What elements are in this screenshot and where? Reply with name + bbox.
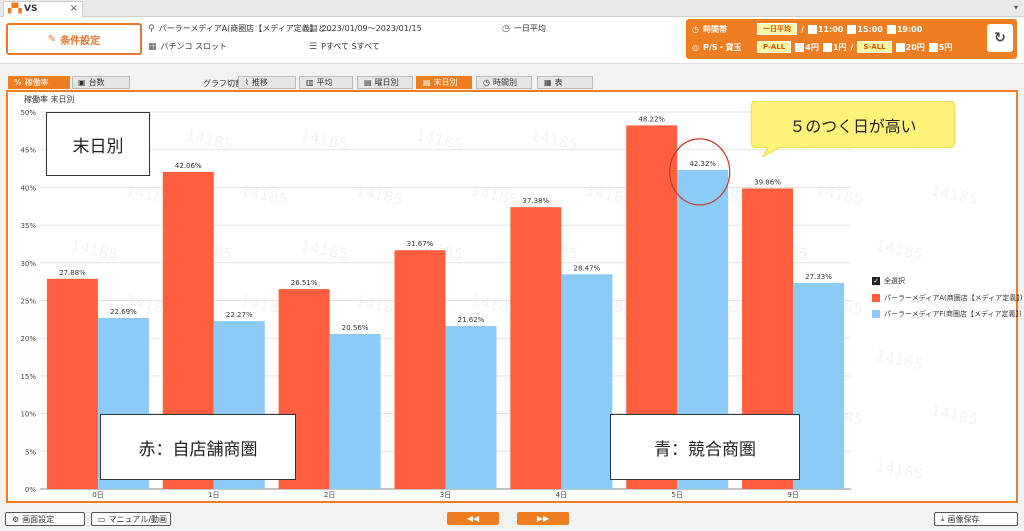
data-label: 28.47% [574,264,601,272]
annotation-red-box: 赤：自店舗商圏 [100,414,296,480]
legend-select-all-label: 全選択 [884,277,905,285]
y-tick-label: 0% [25,486,36,494]
annotation-yellow-callout: ５のつく日が高い [750,101,956,157]
legend-select-all[interactable]: ✓ 全選択 [872,276,905,286]
bar [329,333,381,489]
y-tick-label: 15% [20,373,36,381]
watermark-text: 14185 [814,181,864,209]
watermark-text: 14185 [239,181,289,209]
bar [445,325,497,489]
bar [561,274,613,489]
annotation-blue-box: 青：競合商圏 [610,414,800,480]
manual-label: マニュアル/動画 [108,514,168,524]
watermark-text: 14185 [874,456,924,484]
y-tick-label: 20% [20,335,36,343]
x-tick-label: 4日 [556,491,567,499]
annotation-yellow-text: ５のつく日が高い [790,117,917,136]
watermark-text: 14185 [874,236,924,264]
data-label: 22.27% [226,311,253,319]
data-label: 42.32% [689,160,716,168]
legend-swatch-a [872,294,880,302]
data-label: 27.88% [59,269,86,277]
data-label: 31.67% [407,240,434,248]
annotation-red-text: 赤：自店舗商圏 [138,439,258,460]
prev-button[interactable]: ◀◀ [447,512,499,525]
annotation-title: 末日別 [72,136,124,157]
gear-icon: ⚙ [12,514,20,524]
watermark-text: 14185 [299,236,349,264]
data-label: 26.51% [291,279,318,287]
checkbox-checked-icon: ✓ [872,277,880,285]
data-label: 37.38% [523,197,550,205]
x-tick-label: 1日 [208,491,219,499]
screen-settings-label: 画面設定 [22,514,55,524]
y-tick-label: 50% [20,109,36,117]
watermark-text: 14185 [929,181,979,209]
screen-settings-button[interactable]: ⚙ 画面設定 [5,512,85,526]
watermark-text: 14185 [929,401,979,429]
watermark-text: 14185 [69,236,119,264]
x-tick-label: 2日 [324,491,335,499]
y-tick-label: 45% [20,147,36,155]
bar [394,250,446,489]
next-button[interactable]: ▶▶ [517,512,569,525]
manual-video-button[interactable]: ▭ マニュアル/動画 [91,512,171,526]
data-label: 39.86% [754,178,781,186]
save-image-button[interactable]: ⤓ 画像保存 [934,512,1018,526]
data-label: 27.33% [805,273,832,281]
y-tick-label: 35% [20,222,36,230]
bar [793,282,845,489]
data-label: 21.62% [458,316,485,324]
annotation-blue-text: 青：競合商圏 [654,439,756,460]
y-tick-label: 40% [20,184,36,192]
legend-item-series-f[interactable]: パーラーメディアF(商圏店【メディア定義】) [872,309,1022,319]
watermark-text: 14185 [874,346,924,374]
y-tick-label: 10% [20,411,36,419]
legend-label-a: パーラーメディアA(商圏店【メディア定義】) [884,294,1023,302]
download-icon: ⤓ [941,514,945,523]
x-tick-label: 0日 [92,491,103,499]
x-tick-label: 5日 [671,491,682,499]
legend-swatch-f [872,310,880,318]
save-image-label: 画像保存 [947,514,980,524]
watermark-text: 14185 [354,181,404,209]
x-tick-label: 3日 [440,491,451,499]
data-label: 20.56% [342,324,369,332]
data-label: 48.22% [638,115,665,123]
annotation-title-box: 末日別 [46,112,150,176]
watermark-text: 14185 [469,181,519,209]
y-tick-label: 25% [20,298,36,306]
data-label: 22.69% [110,308,137,316]
data-label: 42.06% [175,162,202,170]
monitor-icon: ▭ [98,514,106,524]
legend-label-f: パーラーメディアF(商圏店【メディア定義】) [884,310,1022,318]
bar [510,207,562,490]
footer-bar: ⚙ 画面設定 ▭ マニュアル/動画 ◀◀ ▶▶ ⤓ 画像保存 [0,508,1024,531]
y-tick-label: 30% [20,260,36,268]
x-tick-label: 9日 [787,491,798,499]
bar [46,278,98,489]
y-tick-label: 5% [25,448,36,456]
legend-item-series-a[interactable]: パーラーメディアA(商圏店【メディア定義】) [872,293,1023,303]
